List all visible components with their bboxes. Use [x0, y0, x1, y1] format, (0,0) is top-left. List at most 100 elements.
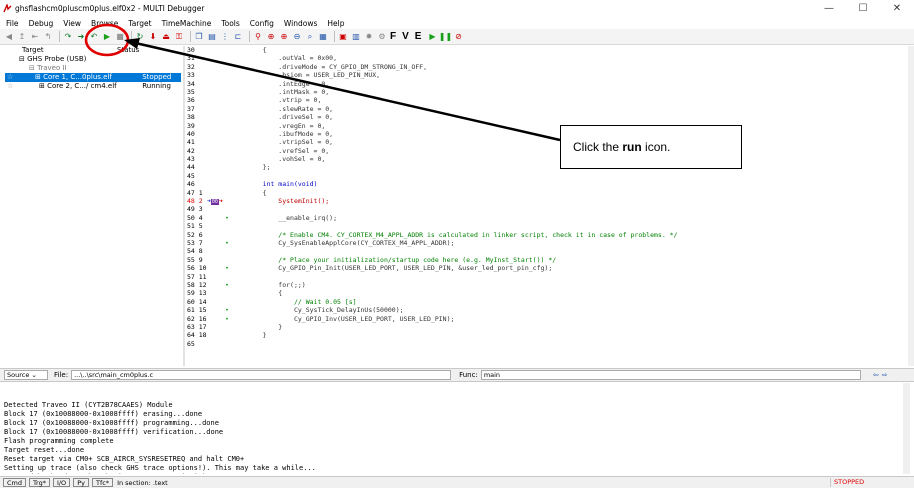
zoom-icon[interactable]: ⊕	[266, 32, 276, 42]
breakpoint-gutter[interactable]	[207, 130, 247, 138]
line-number[interactable]: 63 17	[187, 323, 207, 331]
code-line[interactable]: 55 9 /* Place your initialization/startu…	[187, 256, 910, 264]
source-code-pane[interactable]: 30★ {31 .outVal = 0x00,32 .driveMode = C…	[187, 46, 910, 366]
code-line[interactable]: 53 7 • Cy_SysEnableApplCore(CY_CORTEX_M4_…	[187, 239, 910, 247]
code-line[interactable]: 47 1 {	[187, 189, 910, 197]
code-line[interactable]: 49 3	[187, 205, 910, 213]
zoom-in-icon[interactable]: ⊕	[279, 32, 289, 42]
code-line[interactable]: 42 .vrefSel = 0,	[187, 147, 910, 155]
breakpoint-gutter[interactable]	[207, 163, 247, 171]
breakpoint-gutter[interactable]	[207, 323, 247, 331]
tree-row-ghs-probe[interactable]: ⊟ GHS Probe (USB)	[5, 55, 181, 64]
code-line[interactable]: 52 6 /* Enable CM4. CY_CORTEX_M4_APPL_AD…	[187, 231, 910, 239]
line-number[interactable]: 38	[187, 113, 207, 121]
f-button[interactable]: F	[390, 31, 396, 42]
zoom-out-icon[interactable]: ⊖	[292, 32, 302, 42]
breakpoint-gutter[interactable]	[207, 46, 247, 54]
maximize-button[interactable]: ☐	[846, 0, 880, 17]
minimize-button[interactable]: —	[812, 0, 846, 17]
paste-icon[interactable]: ▤	[207, 32, 217, 42]
pane-splitter[interactable]	[183, 46, 185, 366]
menu-help[interactable]: Help	[327, 19, 344, 28]
step-out-icon[interactable]: ↶	[89, 32, 99, 42]
breakpoint-gutter[interactable]	[207, 289, 247, 297]
v-button[interactable]: V	[402, 31, 409, 42]
breakpoint-gutter[interactable]	[207, 180, 247, 188]
menu-view[interactable]: View	[63, 19, 81, 28]
breakpoint-gutter[interactable]	[207, 80, 247, 88]
breakpoints-icon[interactable]: ⋮	[220, 32, 230, 42]
code-line[interactable]: 34 .intEdge = 0,	[187, 80, 910, 88]
breakpoint-dot-icon[interactable]: •	[207, 281, 247, 289]
console-scrollbar[interactable]	[903, 383, 910, 474]
line-number[interactable]: 52 6	[187, 231, 207, 239]
star-icon[interactable]: ☆	[7, 73, 13, 82]
code-line[interactable]: 65	[187, 340, 910, 348]
code-line[interactable]: 58 12 • for(;;)	[187, 281, 910, 289]
code-line[interactable]: 60 14 // Wait 0.05 [s]	[187, 298, 910, 306]
menu-debug[interactable]: Debug	[29, 19, 54, 28]
breakpoint-gutter[interactable]	[207, 298, 247, 306]
breakpoint-gutter[interactable]	[207, 273, 247, 281]
tab-io[interactable]: I/O	[52, 478, 71, 487]
menu-target[interactable]: Target	[128, 19, 151, 28]
line-number[interactable]: 47 1	[187, 189, 207, 197]
code-line[interactable]: 56 10 • Cy_GPIO_Pin_Init(USER_LED_PORT, U…	[187, 264, 910, 272]
tab-trg[interactable]: Trg*	[29, 478, 50, 487]
line-number[interactable]: 31	[187, 54, 207, 62]
breakpoint-gutter[interactable]	[207, 340, 247, 348]
code-line[interactable]: 39 .vregEn = 0,	[187, 122, 910, 130]
step-back-icon[interactable]: ⇤	[30, 32, 40, 42]
code-line[interactable]: 43 .vohSel = 0,	[187, 155, 910, 163]
breakpoint-dot-icon[interactable]: •	[207, 214, 247, 222]
code-line[interactable]: 50 4 • __enable_irq();	[187, 214, 910, 222]
pc-marker-icon[interactable]: ➜00➜	[207, 197, 247, 206]
copy-icon[interactable]: ❐	[194, 32, 204, 42]
breakpoint-gutter[interactable]	[207, 231, 247, 239]
code-line[interactable]: 51 5	[187, 222, 910, 230]
breakpoint-gutter[interactable]	[207, 63, 247, 71]
code-line[interactable]: 38 .driveSel = 0,	[187, 113, 910, 121]
graph-icon[interactable]: ▦	[318, 32, 328, 42]
file-field[interactable]: ...\..\src\main_cm0plus.c	[71, 370, 452, 380]
command-console[interactable]: Detected Traveo II (CYT2B78CAAES) Module…	[4, 383, 908, 474]
code-line[interactable]: 62 16 • Cy_GPIO_Inv(USER_LED_PORT, USER_L…	[187, 315, 910, 323]
line-number[interactable]: 30★	[187, 46, 207, 54]
breakpoint-gutter[interactable]	[207, 113, 247, 121]
code-line[interactable]: 44 };	[187, 163, 910, 171]
line-number[interactable]: 35	[187, 88, 207, 96]
gear-icon[interactable]: ⚙	[377, 32, 387, 42]
line-number[interactable]: 61 15	[187, 306, 207, 314]
menu-timemachine[interactable]: TimeMachine	[162, 19, 212, 28]
breakpoint-gutter[interactable]	[207, 122, 247, 130]
kill-icon[interactable]: ⏏	[161, 32, 171, 42]
step-over-icon[interactable]: ↷	[63, 32, 73, 42]
register-icon[interactable]: ▣	[338, 32, 348, 42]
line-number[interactable]: 45	[187, 172, 207, 180]
line-number[interactable]: 33	[187, 71, 207, 79]
line-number[interactable]: 60 14	[187, 298, 207, 306]
code-line[interactable]: 33 .hsiom = USER_LED_PIN_MUX,	[187, 71, 910, 79]
download-icon[interactable]: ⬇	[148, 32, 158, 42]
line-number[interactable]: 41	[187, 138, 207, 146]
code-line[interactable]: 54 8	[187, 247, 910, 255]
line-number[interactable]: 34	[187, 80, 207, 88]
code-line[interactable]: 41 .vtripSel = 0,	[187, 138, 910, 146]
breakpoint-gutter[interactable]	[207, 96, 247, 104]
breakpoint-gutter[interactable]	[207, 189, 247, 197]
breakpoint-gutter[interactable]	[207, 105, 247, 113]
breakpoint-gutter[interactable]	[207, 71, 247, 79]
settings-icon[interactable]: ✹	[364, 32, 374, 42]
line-number[interactable]: 62 16	[187, 315, 207, 323]
line-number[interactable]: 48 2	[187, 197, 207, 205]
stop-all-icon[interactable]: ⊘	[453, 32, 463, 42]
line-number[interactable]: 56 10	[187, 264, 207, 272]
code-line[interactable]: 32 .driveMode = CY_GPIO_DM_STRONG_IN_OFF…	[187, 63, 910, 71]
breakpoint-gutter[interactable]	[207, 222, 247, 230]
line-number[interactable]: 43	[187, 155, 207, 163]
star-icon[interactable]: ☆	[7, 82, 13, 91]
menu-windows[interactable]: Windows	[284, 19, 317, 28]
halt-icon[interactable]: ■	[115, 32, 125, 42]
close-button[interactable]: ✕	[880, 0, 914, 17]
line-number[interactable]: 57 11	[187, 273, 207, 281]
